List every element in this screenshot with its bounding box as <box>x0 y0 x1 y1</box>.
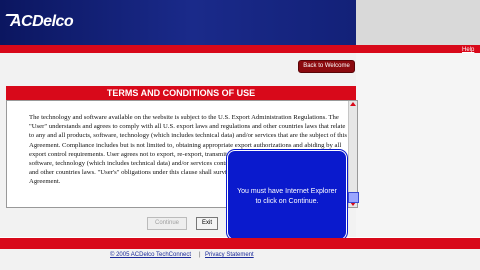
footer-red-band <box>0 238 356 249</box>
tooltip-text: You must have Internet Explorer to click… <box>237 188 337 205</box>
app-window: ACDelco Help Back to Welcome TERMS AND C… <box>0 0 480 270</box>
privacy-statement-link[interactable]: Privacy Statement <box>205 252 254 258</box>
back-to-welcome-button[interactable]: Back to Welcome <box>298 60 355 73</box>
footer-separator: | <box>199 252 201 258</box>
terms-title: TERMS AND CONDITIONS OF USE <box>6 86 356 100</box>
logo: ACDelco <box>10 13 74 30</box>
copyright-link[interactable]: © 2005 ACDelco TechConnect <box>110 252 191 258</box>
cursor-icon <box>348 192 359 203</box>
footer-red-band-right <box>356 238 480 249</box>
header-blank-area <box>356 0 480 45</box>
content-area-right <box>356 53 480 237</box>
scroll-up-icon[interactable] <box>350 102 356 106</box>
exit-button[interactable]: Exit <box>196 217 218 230</box>
header-red-band <box>0 45 356 53</box>
tooltip-callout: You must have Internet Explorer to click… <box>227 150 347 240</box>
continue-button[interactable]: Continue <box>147 217 187 230</box>
